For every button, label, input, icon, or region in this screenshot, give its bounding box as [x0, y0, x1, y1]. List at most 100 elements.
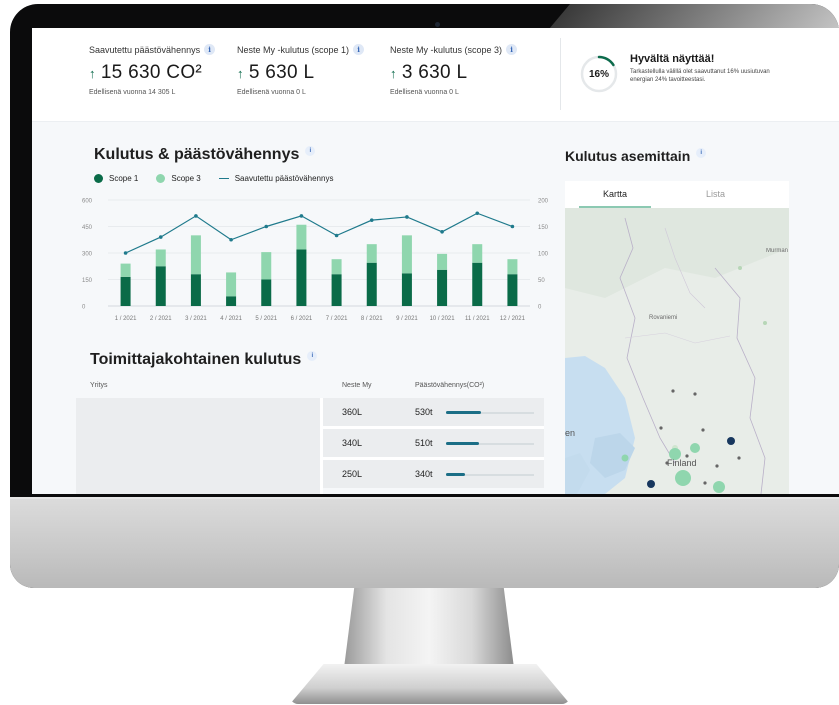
- legend-marker: [156, 174, 166, 183]
- x-tick-label: 1 / 2021: [115, 316, 137, 322]
- bar-scope3: [331, 259, 342, 275]
- line-emission-reduction: [125, 212, 513, 254]
- x-tick-label: 12 / 2021: [500, 316, 526, 322]
- info-icon[interactable]: i: [353, 44, 365, 55]
- line-point: [264, 224, 269, 229]
- tab-lista[interactable]: Lista: [706, 189, 725, 199]
- chart-legend: Scope 1 Scope 3 Saavutettu päästövähenny…: [94, 174, 333, 183]
- bar-scope1: [437, 269, 448, 306]
- y-tick-label-left: 600: [82, 199, 93, 205]
- bar-scope1: [226, 296, 237, 306]
- bar-scope1: [366, 262, 377, 306]
- stats-divider: [560, 38, 561, 110]
- column-header-neste[interactable]: Neste My: [342, 382, 372, 389]
- reduction-cell: 530t: [415, 407, 433, 417]
- legend-item-reduction[interactable]: Saavutettu päästövähennys: [218, 174, 334, 183]
- legend-marker: [94, 174, 103, 183]
- reduction-bar: [446, 473, 466, 476]
- goal-text: Tarkastellulla välillä olet saavuttanut …: [630, 69, 770, 83]
- column-header-company[interactable]: Yritys: [90, 382, 108, 389]
- map-label-finland: Finland: [667, 458, 697, 468]
- stat-emission-reduction: Saavutettu päästövähennys i ↑ 15 630 CO² E…: [89, 44, 216, 96]
- reduction-cell: 340t: [415, 469, 433, 479]
- map-label-sweden-partial: en: [565, 428, 576, 438]
- line-point: [194, 214, 198, 218]
- x-tick-label: 3 / 2021: [185, 316, 207, 322]
- x-tick-label: 2 / 2021: [150, 316, 172, 322]
- line-point: [369, 218, 374, 222]
- y-tick-label-right: 0: [538, 305, 542, 311]
- x-tick-label: 7 / 2021: [326, 316, 348, 322]
- x-tick-label: 11 / 2021: [465, 316, 490, 322]
- column-header-reduction[interactable]: Päästövähennys(CO²): [415, 382, 484, 389]
- reduction-bar: [446, 442, 480, 445]
- bar-scope1: [507, 274, 518, 306]
- bar-scope1: [401, 273, 412, 306]
- line-point: [299, 214, 304, 218]
- bar-scope1: [190, 274, 201, 306]
- y-tick-label-left: 450: [82, 225, 93, 231]
- x-tick-label: 10 / 2021: [430, 316, 456, 322]
- y-tick-label-right: 200: [538, 199, 549, 205]
- map-label-murmansk: Murman Мурман: [766, 248, 789, 254]
- webcam: [435, 22, 440, 27]
- info-icon[interactable]: i: [696, 148, 707, 158]
- x-tick-label: 6 / 2021: [291, 316, 313, 322]
- y-tick-label-left: 0: [82, 305, 86, 311]
- legend-item-scope1[interactable]: Scope 1: [94, 174, 138, 183]
- bar-scope3: [296, 224, 307, 250]
- stat-label: Neste My -kulutus (scope 3): [390, 44, 503, 55]
- stat-value: 15 630 CO²: [100, 62, 203, 83]
- legend-marker: [218, 177, 229, 180]
- info-icon[interactable]: i: [307, 351, 318, 361]
- stat-label: Saavutettu päästövähennys: [89, 44, 201, 55]
- reduction-bar: [446, 411, 482, 414]
- y-tick-label-left: 300: [82, 252, 93, 258]
- goal-percent: 16%: [588, 68, 609, 80]
- bar-scope3: [366, 244, 377, 263]
- info-icon[interactable]: i: [305, 146, 316, 156]
- line-point: [475, 211, 480, 216]
- bar-scope1: [331, 274, 342, 306]
- stat-scope3: Neste My -kulutus (scope 3) i ↑ 3 630 L Ed…: [390, 44, 518, 96]
- chart-title: Kulutus & päästövähennys i: [94, 146, 316, 164]
- x-tick-label: 4 / 2021: [220, 316, 242, 322]
- bar-scope3: [437, 253, 448, 270]
- column-separator: [320, 398, 323, 494]
- legend-item-scope3[interactable]: Scope 3: [156, 174, 201, 183]
- bar-scope1: [261, 279, 272, 306]
- stat-previous: Edellisenä vuonna 0 L: [237, 89, 306, 96]
- y-tick-label-right: 150: [538, 225, 549, 231]
- legend-label: Saavutettu päästövähennys: [234, 174, 334, 183]
- tab-kartta[interactable]: Kartta: [603, 189, 627, 199]
- map-label-rovaniemi: Rovaniemi: [649, 315, 678, 321]
- bar-scope3: [401, 235, 412, 274]
- monitor-stand-neck: [344, 588, 514, 668]
- x-tick-label: 5 / 2021: [255, 316, 277, 322]
- line-point: [405, 215, 409, 219]
- bar-scope3: [261, 252, 272, 280]
- stat-previous: Edellisenä vuonna 0 L: [390, 89, 459, 96]
- bar-scope1: [472, 262, 483, 306]
- stats-bar: Saavutettu päästövähennys i ↑ 15 630 CO² E…: [32, 28, 839, 122]
- arrow-up-icon: ↑: [390, 66, 397, 81]
- line-point: [158, 235, 163, 239]
- line-point: [123, 251, 128, 255]
- bar-scope3: [190, 235, 201, 275]
- monitor-chin: [10, 497, 839, 588]
- consumption-chart: 0 150 300 450 600 0 50 100 150 200 1 / 2021 2 / 202…: [82, 199, 549, 323]
- monitor-stand-base: [290, 664, 570, 704]
- legend-label: Scope 1: [109, 174, 139, 183]
- map-card: Kartta Lista Murman Rovaniemi Finland en: [565, 181, 789, 494]
- bar-scope3: [120, 263, 131, 277]
- stat-previous: Edellisenä vuonna 14 305 L: [89, 89, 176, 96]
- x-tick-label: 8 / 2021: [361, 316, 383, 322]
- dashboard-screen: Saavutettu päästövähennys i ↑ 15 630 CO² E…: [32, 28, 839, 494]
- stat-label: Neste My -kulutus (scope 1): [237, 44, 350, 55]
- map-view[interactable]: Murman Мурман Rovaniemi Finland en: [565, 208, 789, 494]
- bar-scope1: [155, 266, 166, 306]
- info-icon[interactable]: i: [204, 44, 216, 55]
- line-point: [510, 224, 515, 229]
- info-icon[interactable]: i: [506, 44, 518, 55]
- company-cell-placeholder: [76, 398, 320, 494]
